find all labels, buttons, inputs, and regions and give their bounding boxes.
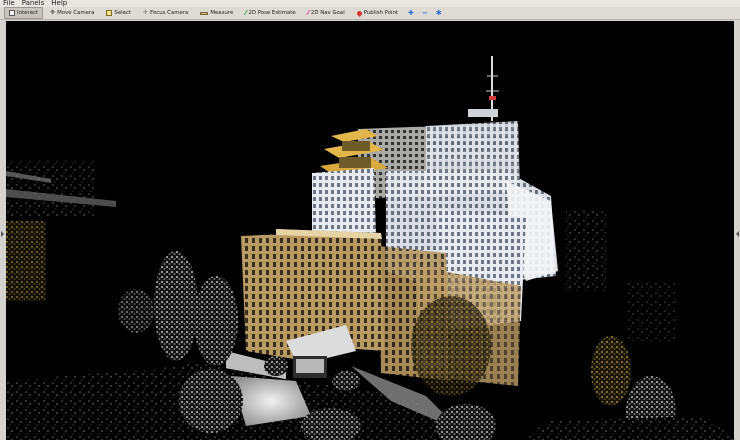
tool-bar: Interact ✥ Move Camera Select ✛ Focus Ca… — [0, 7, 740, 20]
measure-tool-button[interactable]: Measure — [195, 7, 238, 19]
cursor-icon — [9, 10, 15, 16]
interact-label: Interact — [17, 10, 39, 16]
move-camera-label: Move Camera — [57, 10, 95, 16]
publish-point-tool-button[interactable]: Publish Point — [352, 7, 403, 19]
move-camera-icon: ✥ — [50, 9, 56, 16]
pose-estimate-tool-button[interactable]: ⁄ 2D Pose Estimate — [240, 7, 300, 19]
pose-estimate-label: 2D Pose Estimate — [248, 10, 296, 16]
ruler-icon — [200, 11, 209, 15]
collapse-left-handle[interactable] — [1, 231, 4, 237]
minus-icon[interactable]: − — [419, 10, 431, 17]
3d-render-view[interactable] — [6, 21, 734, 440]
move-camera-tool-button[interactable]: ✥ Move Camera — [45, 7, 99, 19]
publish-point-label: Publish Point — [363, 10, 399, 16]
green-arrow-icon: ⁄ — [245, 9, 247, 17]
measure-label: Measure — [210, 10, 234, 16]
select-label: Select — [114, 10, 132, 16]
collapse-right-handle[interactable] — [736, 231, 739, 237]
select-box-icon — [106, 10, 113, 16]
nav-goal-tool-button[interactable]: ⁄ 2D Nav Goal — [303, 7, 350, 19]
menu-file[interactable]: File — [3, 0, 15, 7]
map-pin-icon — [355, 9, 363, 17]
right-panel-splitter[interactable] — [734, 21, 740, 440]
point-cloud-scene — [6, 21, 734, 440]
plus-icon[interactable]: ✚ — [405, 10, 417, 17]
pink-arrow-icon: ⁄ — [307, 9, 309, 17]
menu-bar: File Panels Help — [0, 0, 740, 7]
focus-camera-label: Focus Camera — [150, 10, 189, 16]
camera-options-icon[interactable]: ✱ — [433, 10, 445, 17]
select-tool-button[interactable]: Select — [101, 7, 136, 19]
interact-tool-button[interactable]: Interact — [4, 7, 44, 19]
focus-camera-icon: ✛ — [143, 9, 149, 16]
focus-camera-tool-button[interactable]: ✛ Focus Camera — [138, 7, 193, 19]
menu-help[interactable]: Help — [51, 0, 67, 7]
nav-goal-label: 2D Nav Goal — [310, 10, 345, 16]
menu-panels[interactable]: Panels — [22, 0, 45, 7]
